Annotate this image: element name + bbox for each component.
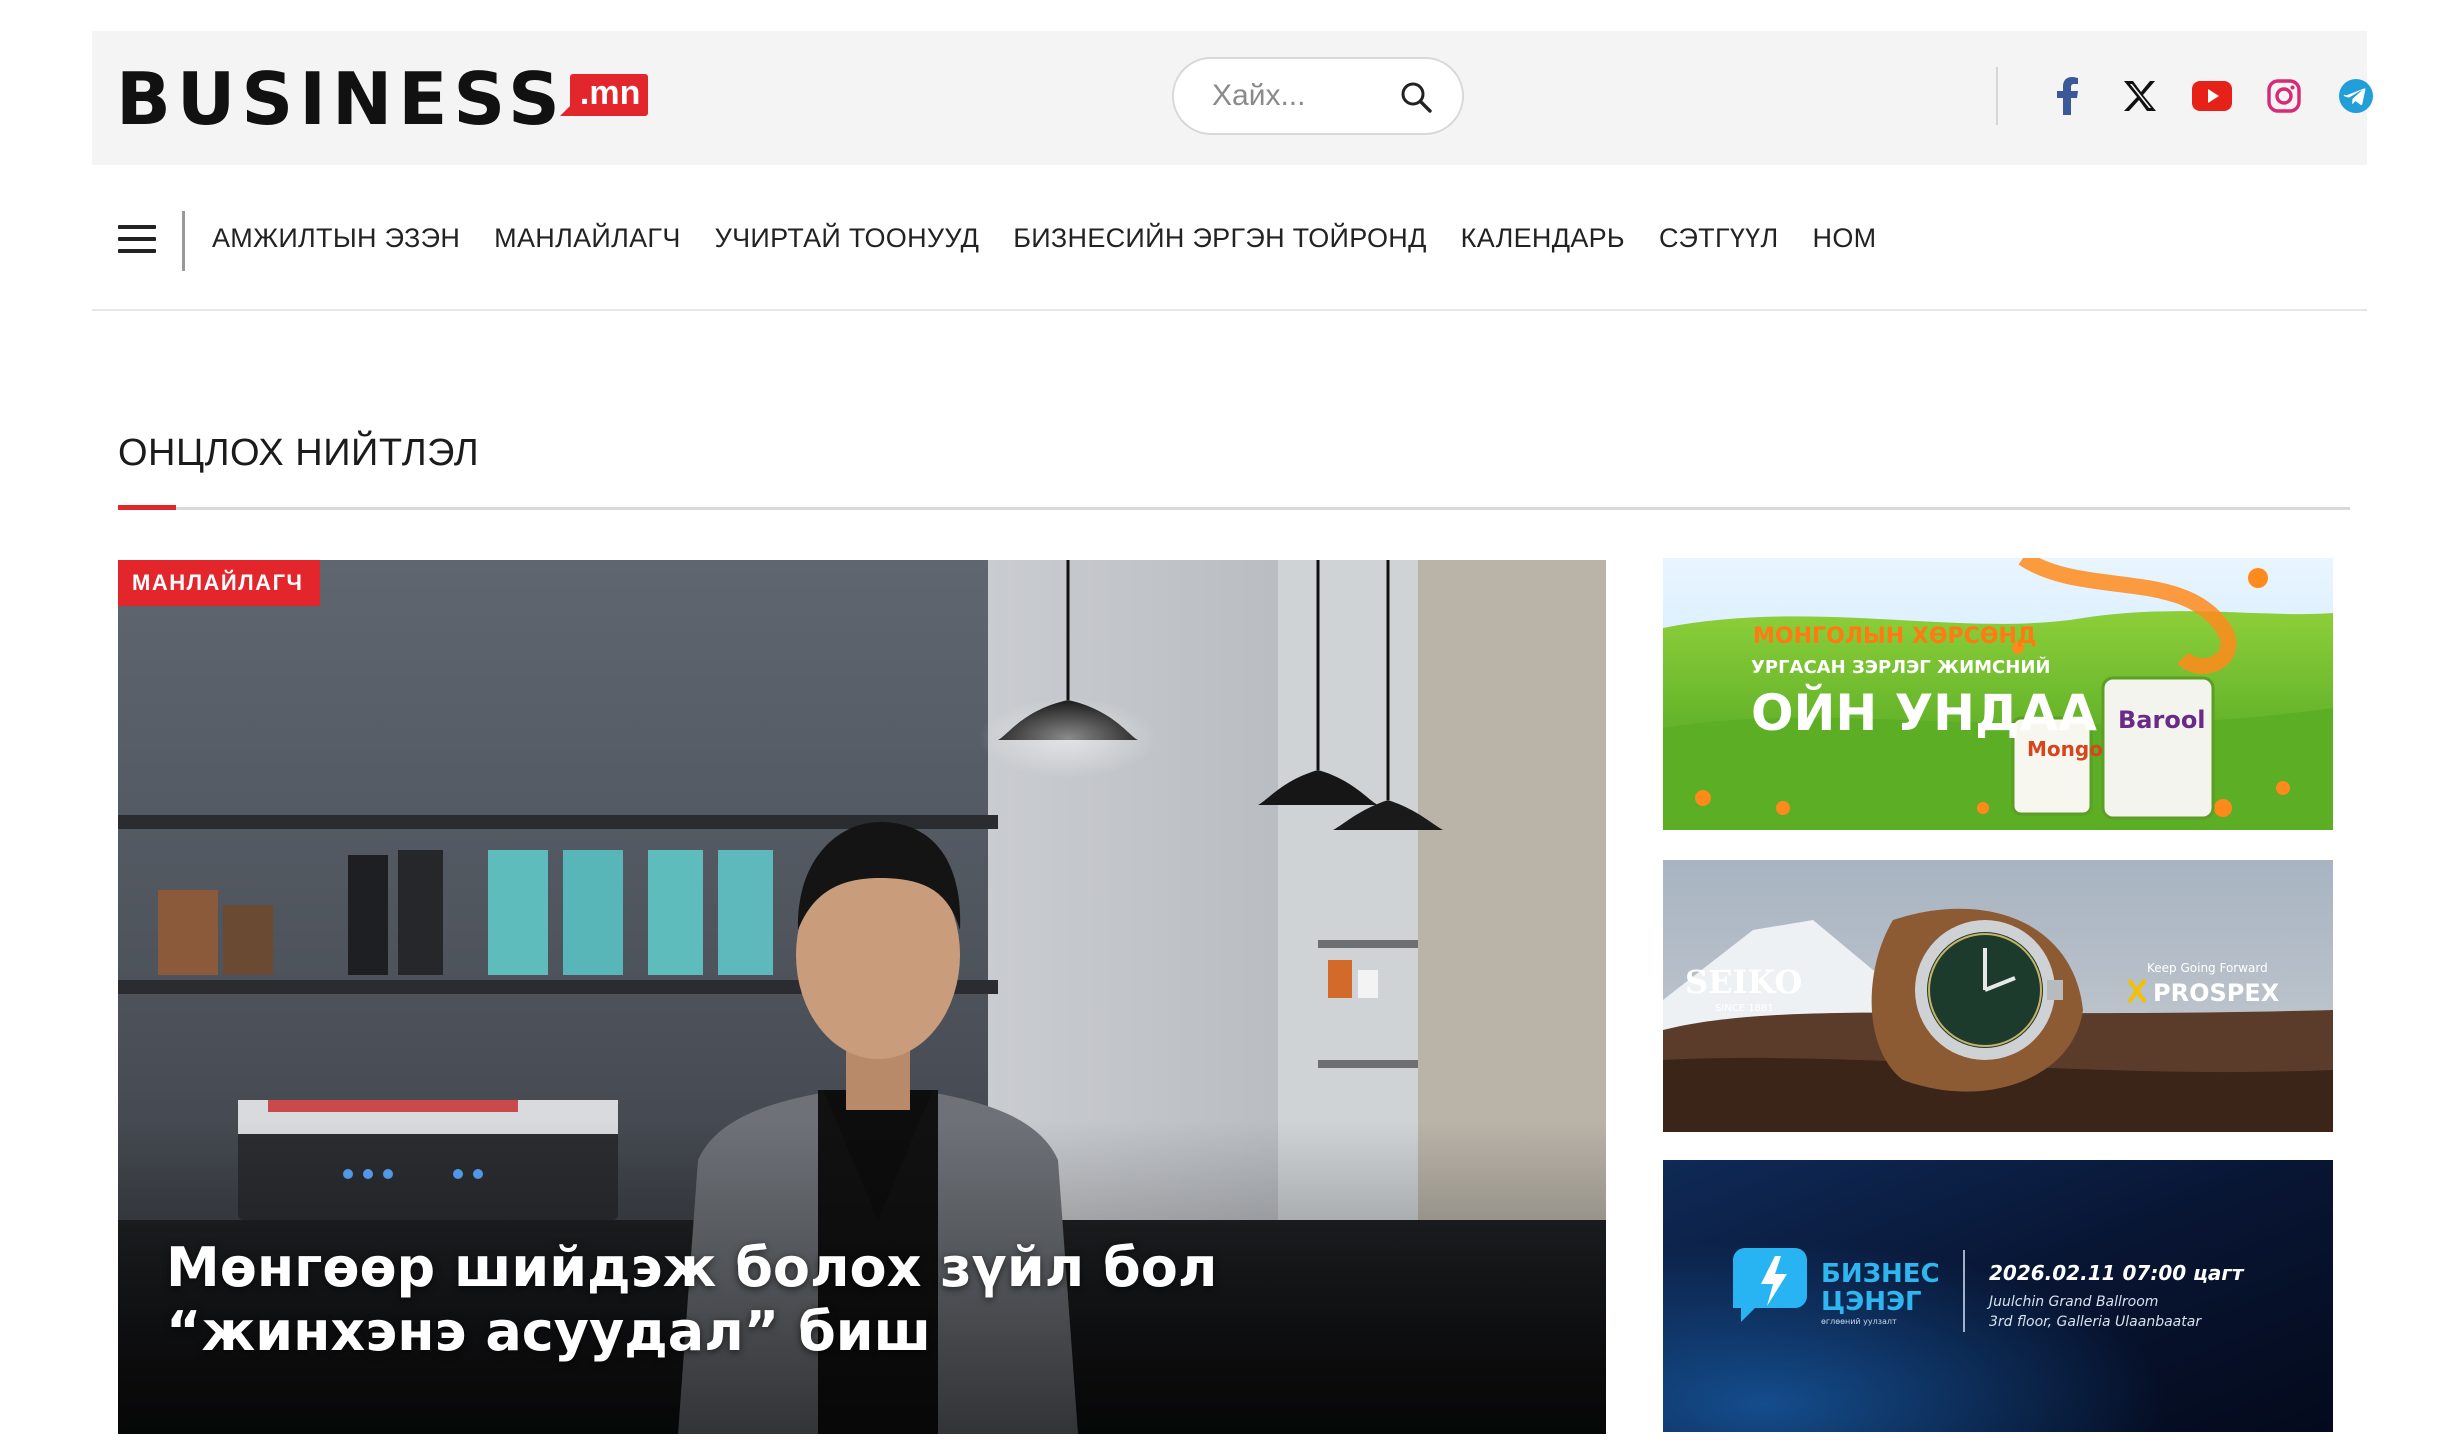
ad-event-title2: ЦЭНЭГ [1821, 1287, 1922, 1317]
ad-juice-image: Mongo Barool МОНГОЛЫН ХӨРСӨНД УРГАСАН ЗЭ… [1663, 558, 2333, 830]
ad-event-image: БИЗНЕС ЦЭНЭГ өглөөний уулзалт 2026.02.11… [1663, 1160, 2333, 1432]
ad-event-venue2: 3rd floor, Galleria Ulaanbaatar [1989, 1314, 2202, 1330]
ad-event-title1: БИЗНЕС [1821, 1259, 1940, 1289]
section-divider [118, 507, 2350, 510]
hamburger-menu-icon[interactable] [118, 225, 156, 255]
nav-divider [182, 211, 185, 271]
ad-seiko-since: SINCE 1881 [1715, 1003, 1774, 1014]
section-title: ОНЦЛОХ НИЙТЛЭЛ [118, 432, 480, 474]
featured-article-title[interactable]: Мөнгөөр шийдэж болох зүйл бол “жинхэнэ а… [166, 1236, 1526, 1364]
site-logo[interactable]: BUSINESS .mn [116, 57, 649, 141]
nav-item-calendar[interactable]: КАЛЕНДАРЬ [1461, 223, 1625, 254]
ad-seiko-brand: SEIKO [1685, 963, 1802, 1001]
header-divider [1996, 67, 1998, 125]
ad-juice-line2: УРГАСАН ЗЭРЛЭГ ЖИМСНИЙ [1751, 656, 2050, 678]
search-box [1172, 57, 1464, 135]
ad-juice-pack2-text: Barool [2118, 706, 2206, 734]
x-icon[interactable] [2104, 71, 2176, 121]
instagram-icon[interactable] [2248, 71, 2320, 121]
ad-juice-line1: МОНГОЛЫН ХӨРСӨНД [1753, 624, 2037, 649]
nav-item-manlailagch[interactable]: МАНЛАЙЛАГЧ [494, 223, 680, 254]
social-links [2032, 71, 2392, 121]
ad-seiko-tagline: Keep Going Forward [2147, 961, 2268, 975]
ad-banner-business-event[interactable]: БИЗНЕС ЦЭНЭГ өглөөний уулзалт 2026.02.11… [1663, 1160, 2333, 1432]
ad-banner-seiko[interactable]: SEIKO SINCE 1881 Keep Going Forward PROS… [1663, 860, 2333, 1132]
logo-text: BUSINESS [116, 57, 566, 141]
category-badge[interactable]: МАНЛАЙЛАГЧ [118, 560, 320, 606]
ad-event-date: 2026.02.11 07:00 цагт [1989, 1261, 2245, 1285]
nav-item-books[interactable]: НОМ [1813, 223, 1877, 254]
section-accent [118, 505, 176, 510]
facebook-icon[interactable] [2032, 71, 2104, 121]
nav-item-magazine[interactable]: СЭТГҮҮЛ [1659, 223, 1779, 254]
nav-item-uchirtai-toonuud[interactable]: УЧИРТАЙ ТООНУУД [715, 223, 980, 254]
search-input[interactable] [1212, 79, 1392, 113]
main-nav: АМЖИЛТЫН ЭЗЭН МАНЛАЙЛАГЧ УЧИРТАЙ ТООНУУД… [92, 203, 2367, 311]
ad-juice-line3: ОЙН УНДАА [1751, 683, 2097, 742]
search-icon[interactable] [1398, 79, 1434, 115]
featured-article[interactable]: МАНЛАЙЛАГЧ Мөнгөөр шийдэж болох зүйл бол… [118, 560, 1606, 1434]
nav-item-amjiltyn-ezen[interactable]: АМЖИЛТЫН ЭЗЭН [212, 223, 460, 254]
telegram-icon[interactable] [2320, 71, 2392, 121]
ad-banner-juice[interactable]: Mongo Barool МОНГОЛЫН ХӨРСӨНД УРГАСАН ЗЭ… [1663, 558, 2333, 830]
ad-seiko-image: SEIKO SINCE 1881 Keep Going Forward PROS… [1663, 860, 2333, 1132]
ad-event-venue1: Juulchin Grand Ballroom [1986, 1294, 2158, 1310]
site-header: BUSINESS .mn [92, 31, 2373, 165]
nav-item-business-around[interactable]: БИЗНЕСИЙН ЭРГЭН ТОЙРОНД [1013, 223, 1426, 254]
ad-event-sub: өглөөний уулзалт [1821, 1317, 1897, 1326]
logo-badge: .mn [559, 74, 649, 116]
ad-seiko-line: PROSPEX [2153, 979, 2280, 1007]
youtube-icon[interactable] [2176, 71, 2248, 121]
